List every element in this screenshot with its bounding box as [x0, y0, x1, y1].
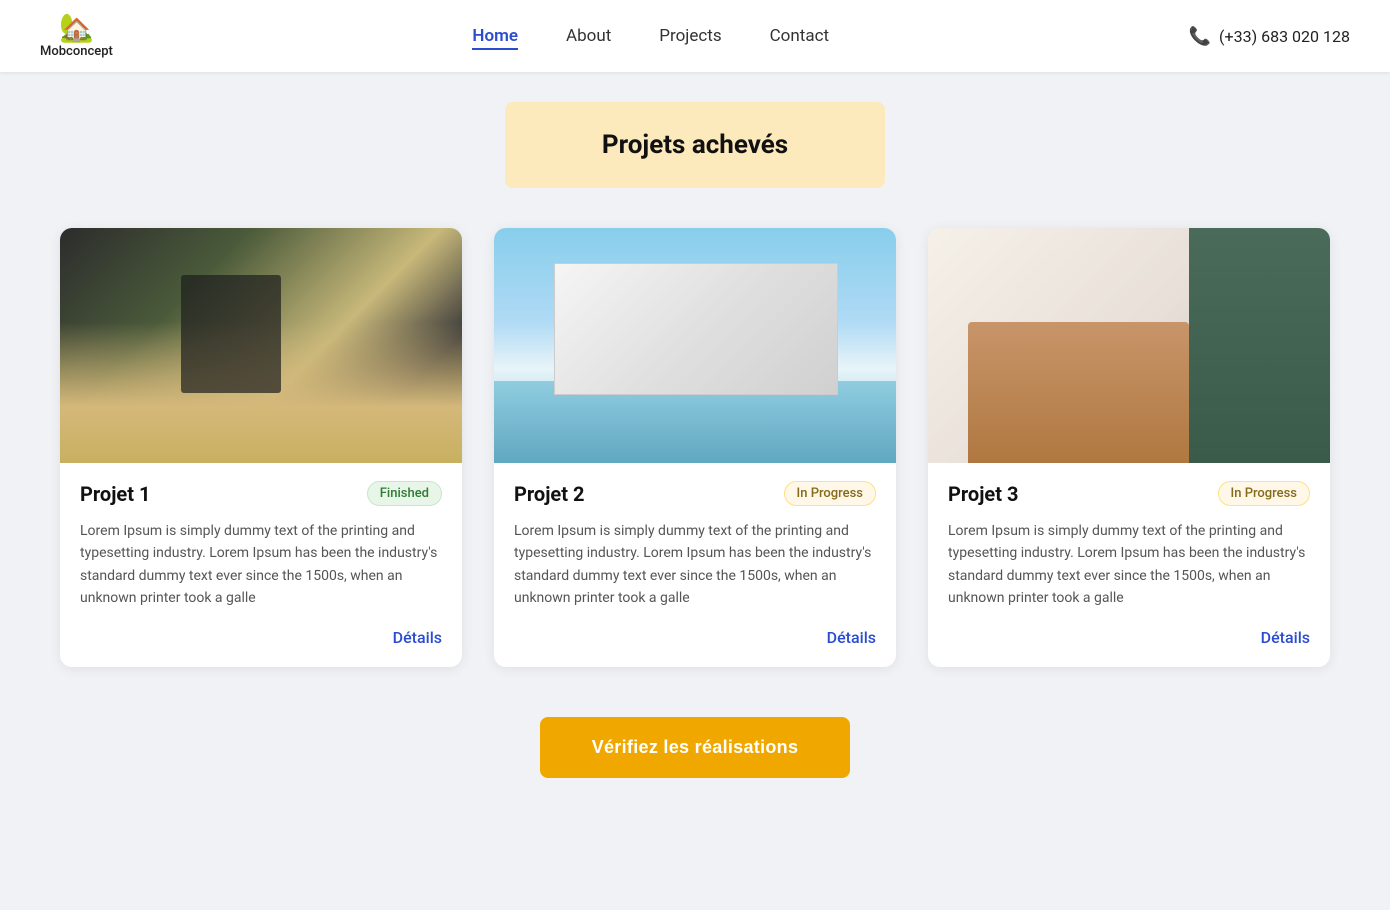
brand[interactable]: 🏡 Mobconcept: [40, 14, 113, 59]
project-image-3: [928, 228, 1330, 463]
project-image-2: [494, 228, 896, 463]
section-banner: Projets achevés: [505, 102, 885, 188]
nav-link-contact[interactable]: Contact: [770, 26, 829, 46]
nav-link-home[interactable]: Home: [472, 26, 518, 50]
nav-link-projects[interactable]: Projects: [659, 26, 721, 46]
bottom-section: Vérifiez les réalisations: [60, 717, 1330, 778]
nav-links: Home About Projects Contact: [472, 26, 829, 46]
main-content: Projets achevés Projet 1 Finished Lorem …: [0, 72, 1390, 838]
project-title-3: Projet 3: [948, 482, 1018, 506]
phone-icon: 📞: [1189, 26, 1211, 47]
card-body-2: Projet 2 In Progress Lorem Ipsum is simp…: [494, 463, 896, 667]
nav-item-about[interactable]: About: [566, 26, 611, 46]
nav-item-home[interactable]: Home: [472, 26, 518, 46]
project-card-1: Projet 1 Finished Lorem Ipsum is simply …: [60, 228, 462, 667]
projects-grid: Projet 1 Finished Lorem Ipsum is simply …: [60, 228, 1330, 667]
brand-icon: 🏡: [59, 14, 94, 42]
details-link-2[interactable]: Détails: [827, 628, 876, 647]
project-card-3: Projet 3 In Progress Lorem Ipsum is simp…: [928, 228, 1330, 667]
project-title-1: Projet 1: [80, 482, 150, 506]
card-body-3: Projet 3 In Progress Lorem Ipsum is simp…: [928, 463, 1330, 667]
details-link-3[interactable]: Détails: [1261, 628, 1310, 647]
card-footer-3: Détails: [948, 628, 1310, 647]
details-link-1[interactable]: Détails: [393, 628, 442, 647]
status-badge-2: In Progress: [784, 481, 876, 506]
status-badge-3: In Progress: [1218, 481, 1310, 506]
card-header-1: Projet 1 Finished: [80, 481, 442, 506]
project-image-1: [60, 228, 462, 463]
card-footer-2: Détails: [514, 628, 876, 647]
brand-name: Mobconcept: [40, 44, 113, 59]
project-description-1: Lorem Ipsum is simply dummy text of the …: [80, 520, 442, 610]
card-footer-1: Détails: [80, 628, 442, 647]
project-card-2: Projet 2 In Progress Lorem Ipsum is simp…: [494, 228, 896, 667]
card-header-3: Projet 3 In Progress: [948, 481, 1310, 506]
project-description-3: Lorem Ipsum is simply dummy text of the …: [948, 520, 1310, 610]
card-body-1: Projet 1 Finished Lorem Ipsum is simply …: [60, 463, 462, 667]
card-header-2: Projet 2 In Progress: [514, 481, 876, 506]
nav-link-about[interactable]: About: [566, 26, 611, 46]
project-title-2: Projet 2: [514, 482, 584, 506]
nav-item-contact[interactable]: Contact: [770, 26, 829, 46]
phone-number: (+33) 683 020 128: [1219, 27, 1350, 46]
nav-item-projects[interactable]: Projects: [659, 26, 721, 46]
phone-display: 📞 (+33) 683 020 128: [1189, 26, 1350, 47]
status-badge-1: Finished: [367, 481, 442, 506]
cta-button[interactable]: Vérifiez les réalisations: [540, 717, 851, 778]
section-title: Projets achevés: [545, 130, 845, 160]
navbar: 🏡 Mobconcept Home About Projects Contact…: [0, 0, 1390, 72]
project-description-2: Lorem Ipsum is simply dummy text of the …: [514, 520, 876, 610]
